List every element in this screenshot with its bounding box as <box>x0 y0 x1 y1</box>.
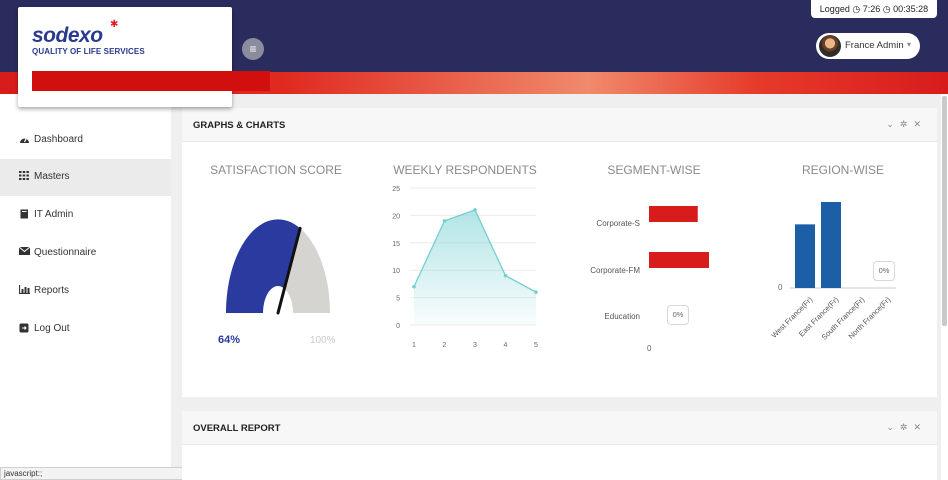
region-percent-badge: 0% <box>873 261 895 281</box>
scrollbar-thumb[interactable] <box>942 96 947 326</box>
sidebar-item-label: IT Admin <box>34 209 74 220</box>
x-tick-label: 3 <box>473 342 477 349</box>
area-fill <box>414 209 536 325</box>
overall-report-panel: OVERALL REPORT ⌄✲✕ <box>182 411 937 480</box>
grid-icon <box>18 171 30 183</box>
segment-chart-title: SEGMENT-WISE <box>607 163 701 177</box>
logged-time-indicator: Logged ◷ 7:26 ◷ 00:35:28 <box>811 0 937 18</box>
panel-header: OVERALL REPORT ⌄✲✕ <box>182 411 937 445</box>
page-scrollbar[interactable] <box>941 94 948 480</box>
segment-bar <box>649 206 698 222</box>
panel-title: OVERALL REPORT <box>193 423 281 434</box>
segment-label: Corporate-FM <box>590 266 640 275</box>
data-point <box>412 284 416 289</box>
y-tick-label: 15 <box>392 241 400 248</box>
collapse-icon[interactable]: ⌄ <box>886 119 900 129</box>
chevron-down-icon: ▾ <box>907 40 912 49</box>
region-chart-title: REGION-WISE <box>801 163 884 177</box>
user-menu-button[interactable]: France Admin ▾ <box>816 33 920 59</box>
sidebar-item-reports[interactable]: Reports <box>0 273 171 310</box>
logo-card[interactable]: sodexo ✱ QUALITY OF LIFE SERVICES <box>18 7 270 107</box>
panel-tools: ⌄✲✕ <box>886 422 927 433</box>
gauge-chart-title: SATISFACTION SCORE <box>210 163 342 177</box>
logo-star-icon: ✱ <box>110 19 119 30</box>
close-icon[interactable]: ✕ <box>913 422 927 432</box>
segment-percent-badge: 0% <box>667 305 689 325</box>
gauge-value-label: 64% <box>218 334 241 346</box>
logged-time: 7:26 <box>862 4 881 14</box>
sidebar-item-label: Dashboard <box>34 134 83 145</box>
region-label: North France(Fr) <box>846 295 893 341</box>
x-tick-label: 1 <box>412 342 416 349</box>
sidebar-item-masters[interactable]: Masters <box>0 159 171 196</box>
close-icon[interactable]: ✕ <box>913 119 927 129</box>
data-point <box>534 290 538 294</box>
hamburger-icon: ≡ <box>249 42 257 56</box>
sidebar-item-label: Questionnaire <box>34 247 97 258</box>
data-point <box>503 273 508 278</box>
timer-icon: ◷ <box>882 4 891 14</box>
y-tick-label: 10 <box>392 268 400 275</box>
collapse-icon[interactable]: ⌄ <box>886 422 900 432</box>
segment-label: Education <box>604 312 640 321</box>
logo-red-band <box>32 71 270 91</box>
x-tick-label: 5 <box>534 342 538 349</box>
region-bar <box>821 202 841 288</box>
graphs-charts-panel: GRAPHS & CHARTS ⌄✲✕ SATISFACTION SCORE 6… <box>182 108 937 397</box>
y-tick-label: 0 <box>396 323 400 330</box>
brand-logo-text: sodexo <box>32 24 103 47</box>
segment-axis-zero: 0 <box>647 344 652 353</box>
y-tick-label: 5 <box>396 296 400 303</box>
menu-toggle-button[interactable]: ≡ <box>242 38 264 60</box>
clock-icon: ◷ <box>852 4 861 14</box>
sidebar: Dashboard Masters IT Admin Questionnaire… <box>0 94 171 480</box>
gear-icon[interactable]: ✲ <box>900 422 914 432</box>
sidebar-item-log-out[interactable]: Log Out <box>0 311 171 348</box>
gauge-max-label: 100% <box>310 335 336 346</box>
y-tick-label: 25 <box>392 186 400 193</box>
region-bar <box>795 224 815 288</box>
logged-label: Logged <box>819 4 850 14</box>
y-tick-label: 20 <box>392 213 400 220</box>
logout-icon <box>18 323 30 336</box>
weekly-respondents-chart: 0 5 10 15 20 25 1 2 3 4 5 <box>392 186 538 349</box>
region-axis-zero: 0 <box>778 283 783 292</box>
sidebar-item-questionnaire[interactable]: Questionnaire <box>0 235 171 272</box>
sidebar-item-label: Log Out <box>34 323 70 334</box>
panel-header: GRAPHS & CHARTS ⌄✲✕ <box>182 108 937 142</box>
avatar <box>819 35 841 57</box>
dashboard-icon <box>18 134 30 147</box>
x-tick-label: 2 <box>443 342 447 349</box>
sidebar-item-it-admin[interactable]: IT Admin <box>0 197 171 234</box>
panel-title: GRAPHS & CHARTS <box>193 120 286 131</box>
sidebar-item-label: Masters <box>34 171 70 182</box>
session-timer: 00:35:28 <box>893 4 929 14</box>
bar-chart-icon <box>18 285 30 297</box>
gear-icon[interactable]: ✲ <box>900 119 914 129</box>
sidebar-item-dashboard[interactable]: Dashboard <box>0 122 171 159</box>
panel-tools: ⌄✲✕ <box>886 119 927 130</box>
data-point <box>473 208 477 212</box>
satisfaction-gauge <box>226 219 330 315</box>
book-icon <box>18 209 30 222</box>
segment-bar <box>649 252 709 268</box>
x-tick-label: 4 <box>504 342 508 349</box>
segment-label: Corporate-S <box>596 219 640 228</box>
sidebar-item-label: Reports <box>34 285 70 296</box>
user-name: France Admin <box>845 40 904 51</box>
segment-bars <box>649 206 709 268</box>
data-point <box>442 219 447 223</box>
weekly-chart-title: WEEKLY RESPONDENTS <box>393 163 537 177</box>
brand-tagline: QUALITY OF LIFE SERVICES <box>32 47 145 56</box>
envelope-icon <box>18 246 30 258</box>
